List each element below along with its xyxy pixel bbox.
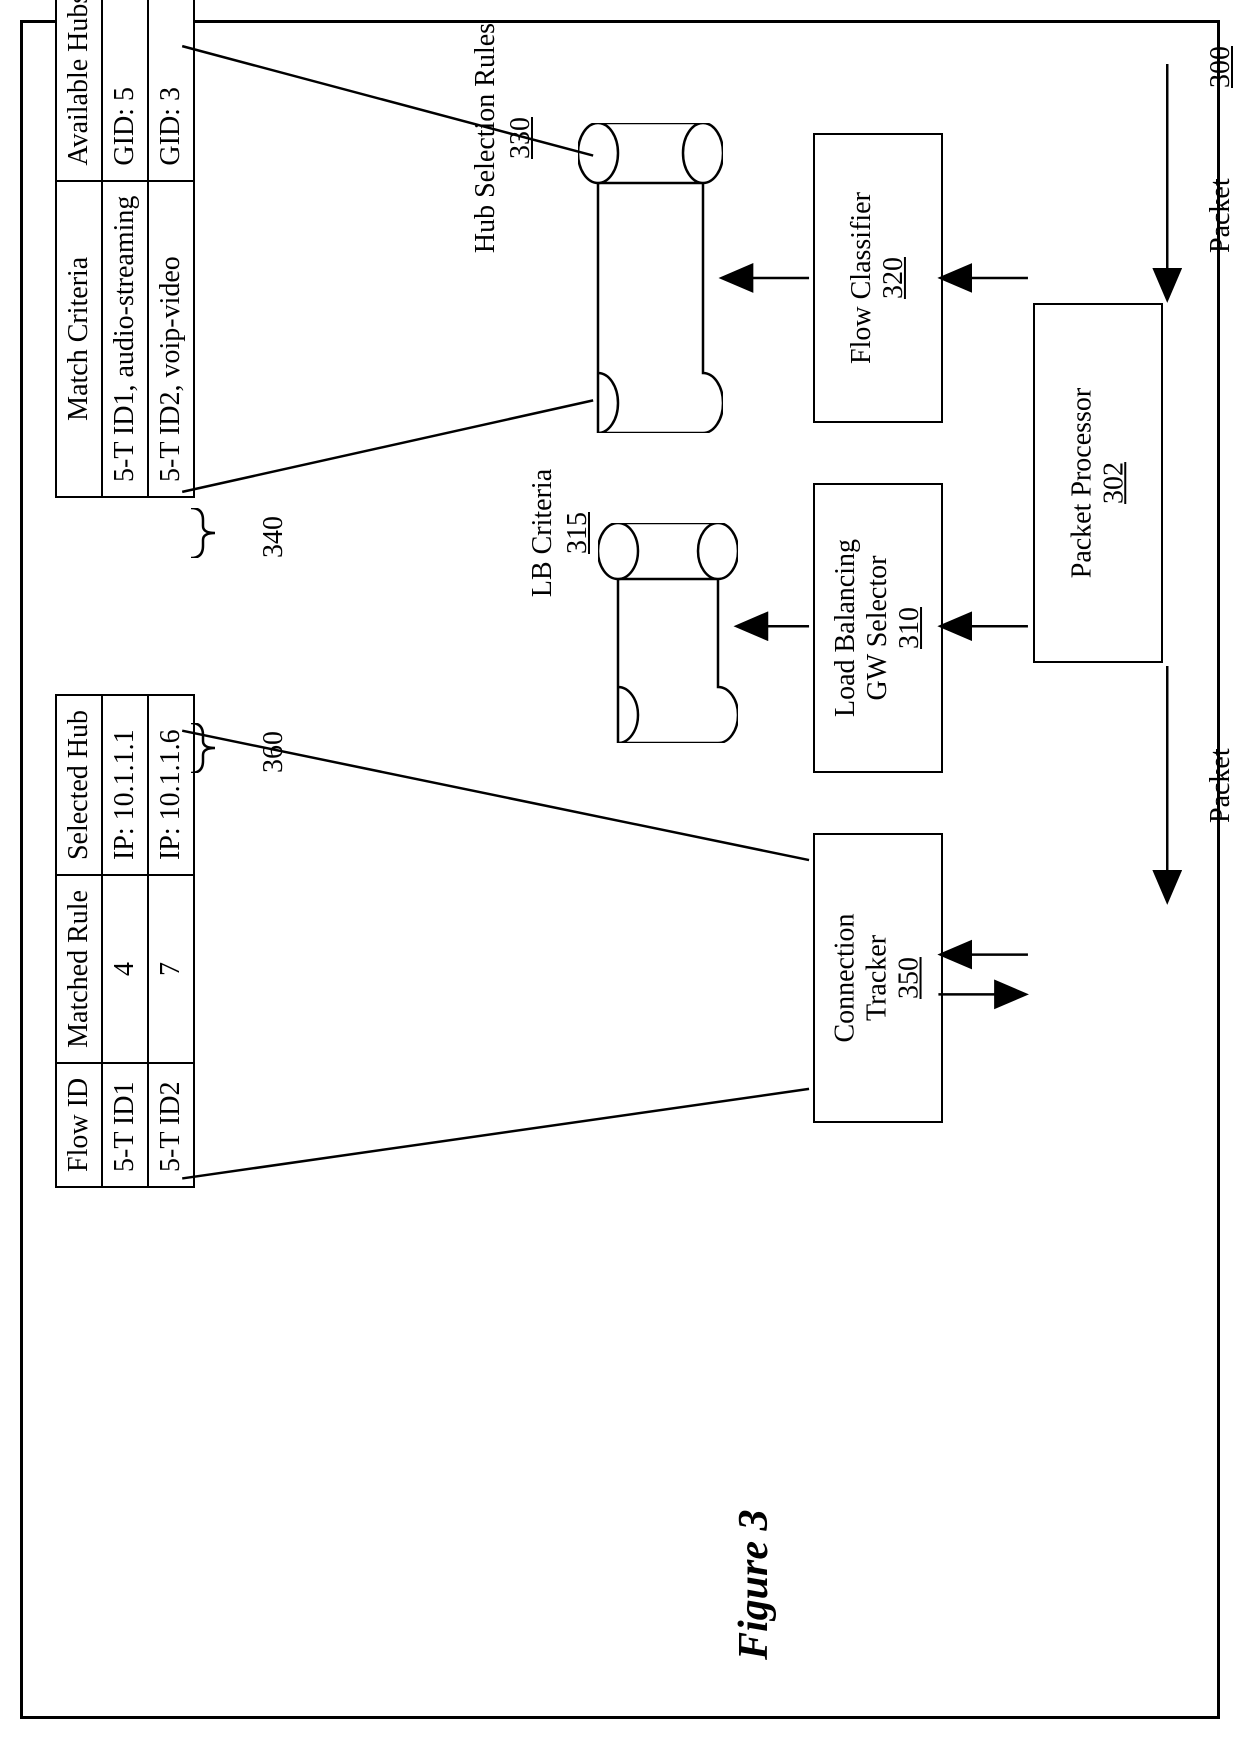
packet-out-label: Packet — [1205, 748, 1237, 823]
t340-h1: Match Criteria — [56, 181, 102, 497]
conn-tracker-ref: 350 — [894, 957, 925, 999]
packet-processor-ref: 302 — [1098, 462, 1129, 504]
t340-h2: Available Hubs — [56, 0, 102, 181]
conn-tracker-box: Connection Tracker 350 — [813, 833, 943, 1123]
gw-selector-line2: GW Selector — [862, 556, 893, 701]
lb-criteria-ref: 315 — [562, 512, 593, 554]
t360-r2c1: 5-T ID2 — [148, 1063, 194, 1187]
table-340: Match Criteria Available Hubs 5-T ID1, a… — [55, 0, 195, 498]
t360-r1c2: 4 — [102, 875, 148, 1063]
table-340-ref: 340 — [258, 516, 290, 558]
gw-selector-line1: Load Balancing — [830, 539, 861, 717]
conn-tracker-line1: Connection — [830, 913, 861, 1042]
t340-r2c2: GID: 3 — [148, 0, 194, 181]
brace-360 — [191, 723, 221, 773]
t340-r2c1: 5-T ID2, voip-video — [148, 181, 194, 497]
t360-r2c3: IP: 10.1.1.6 — [148, 695, 194, 875]
brace-340 — [191, 508, 221, 558]
lb-criteria-cylinder: LB Criteria 315 — [598, 523, 738, 743]
diagram-ref: 300 — [1205, 46, 1237, 88]
packet-in-label: Packet — [1205, 178, 1237, 253]
packet-processor-box: Packet Processor 302 — [1033, 303, 1163, 663]
t360-r2c2: 7 — [148, 875, 194, 1063]
t360-r1c3: IP: 10.1.1.1 — [102, 695, 148, 875]
t340-r1c2: GID: 5 — [102, 0, 148, 181]
gw-selector-ref: 310 — [894, 607, 925, 649]
conn-tracker-line2: Tracker — [862, 935, 893, 1021]
t360-r1c1: 5-T ID1 — [102, 1063, 148, 1187]
flow-classifier-label: Flow Classifier — [846, 192, 877, 364]
hub-rules-cylinder: Hub Selection Rules 330 — [578, 123, 723, 433]
t340-r1c1: 5-T ID1, audio-streaming — [102, 181, 148, 497]
hub-rules-label: Hub Selection Rules — [470, 23, 501, 253]
flow-classifier-ref: 320 — [878, 257, 909, 299]
lb-criteria-label: LB Criteria — [527, 469, 558, 597]
diagram-canvas: Packet Processor 302 Flow Classifier 320… — [20, 20, 1220, 1719]
flow-classifier-box: Flow Classifier 320 — [813, 133, 943, 423]
figure-label: Figure 3 — [730, 1509, 778, 1660]
gw-selector-box: Load Balancing GW Selector 310 — [813, 483, 943, 773]
table-360-ref: 360 — [258, 731, 290, 773]
table-360: Flow ID Matched Rule Selected Hub 5-T ID… — [55, 694, 195, 1188]
hub-rules-ref: 330 — [505, 117, 536, 159]
packet-processor-label: Packet Processor — [1066, 388, 1097, 579]
t360-h2: Matched Rule — [56, 875, 102, 1063]
t360-h1: Flow ID — [56, 1063, 102, 1187]
t360-h3: Selected Hub — [56, 695, 102, 875]
